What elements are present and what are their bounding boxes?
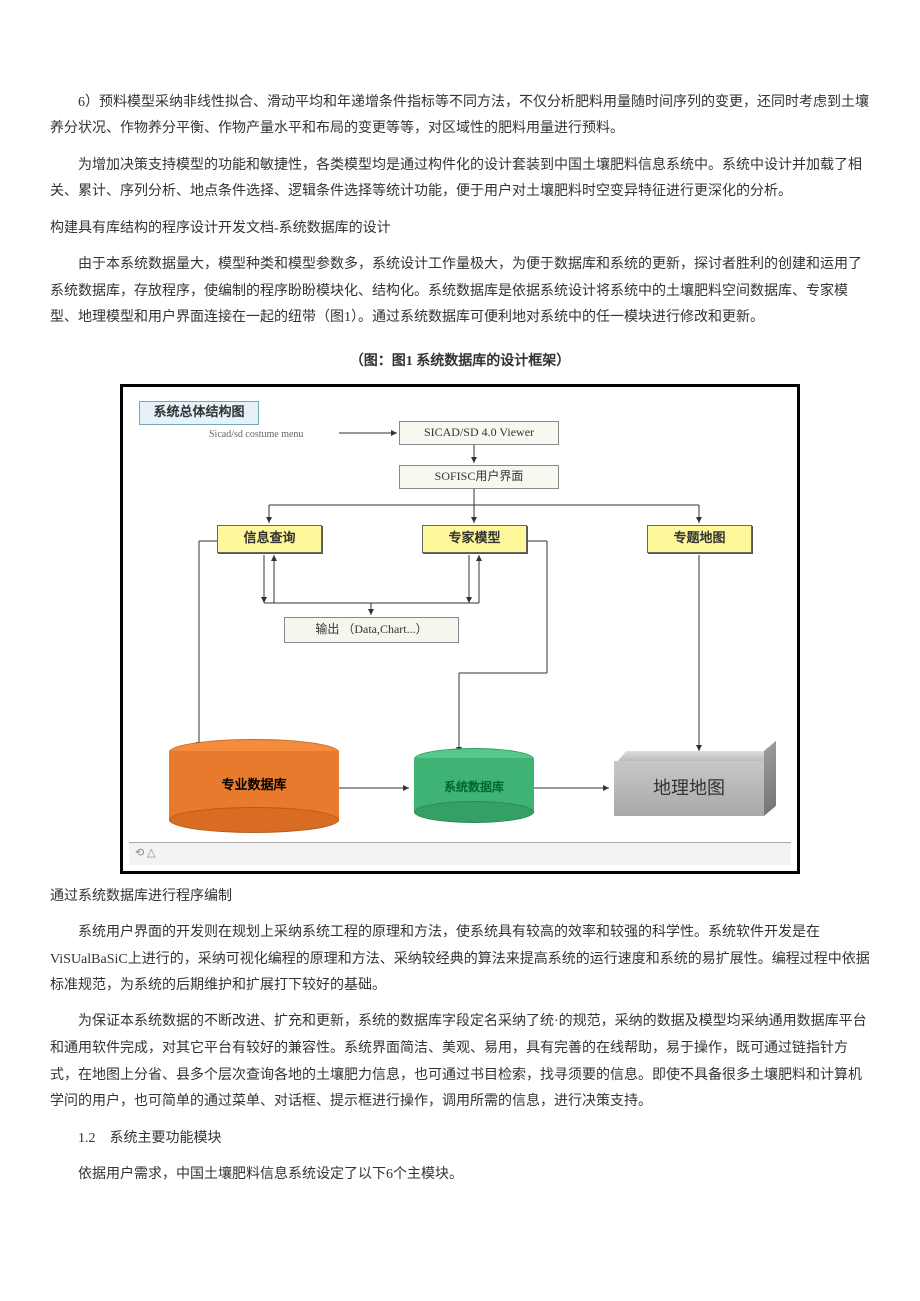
diagram-geo-map-label: 地理地图: [653, 771, 725, 805]
diagram-footer-bar: ⟲ △: [129, 842, 791, 865]
diagram-footer-icon: ⟲ △: [135, 843, 155, 864]
section-heading: 构建具有库结构的程序设计开发文档-系统数据库的设计: [50, 216, 870, 243]
diagram-figure: 系统总体结构图 Sicad/sd costume menu SICAD/SD 4…: [120, 384, 800, 874]
paragraph: 依据用户需求，中国土壤肥料信息系统设定了以下6个主模块。: [50, 1162, 870, 1189]
diagram-viewer-box: SICAD/SD 4.0 Viewer: [399, 421, 559, 445]
diagram-output-box: 输出 （Data,Chart...）: [284, 617, 459, 643]
figure-caption: （图：图1 系统数据库的设计框架）: [50, 349, 870, 376]
diagram-prof-db-label: 专业数据库: [169, 773, 339, 798]
paragraph: 为增加决策支持模型的功能和敏捷性，各类模型均是通过构件化的设计套装到中国土壤肥料…: [50, 153, 870, 206]
diagram-thematic-box: 专题地图: [647, 525, 752, 553]
diagram-sys-db-label: 系统数据库: [414, 776, 534, 799]
diagram-query-box: 信息查询: [217, 525, 322, 553]
paragraph: 通过系统数据库进行程序编制: [50, 884, 870, 911]
diagram-ui-box: SOFISC用户界面: [399, 465, 559, 489]
diagram-expert-box: 专家模型: [422, 525, 527, 553]
section-heading: 1.2 系统主要功能模块: [50, 1126, 870, 1153]
paragraph: 系统用户界面的开发则在规划上采纳系统工程的原理和方法，使系统具有较高的效率和较强…: [50, 920, 870, 1000]
diagram-title-box: 系统总体结构图: [139, 401, 259, 425]
paragraph: 由于本系统数据量大，模型种类和模型参数多，系统设计工作量极大，为便于数据库和系统…: [50, 252, 870, 332]
diagram-prof-db-cylinder: 专业数据库: [169, 751, 339, 821]
paragraph: 为保证本系统数据的不断改进、扩充和更新，系统的数据库字段定名采纳了统·的规范，采…: [50, 1009, 870, 1115]
diagram-geo-map-box: 地理地图: [614, 761, 764, 816]
diagram-menu-label: Sicad/sd costume menu: [209, 425, 303, 444]
paragraph: 6）预料模型采纳非线性拟合、滑动平均和年递增条件指标等不同方法，不仅分析肥料用量…: [50, 90, 870, 143]
diagram-sys-db-cylinder: 系统数据库: [414, 758, 534, 813]
